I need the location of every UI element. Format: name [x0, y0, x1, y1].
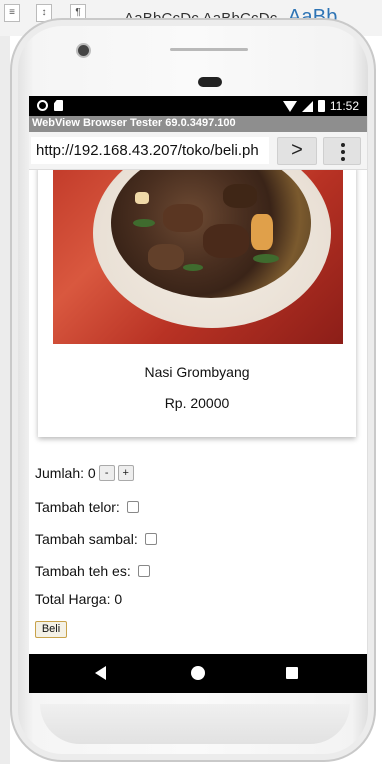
buy-button[interactable]: Beli	[35, 621, 67, 638]
sambal-checkbox[interactable]	[144, 533, 157, 545]
front-camera-icon	[78, 45, 89, 56]
quantity-row: Jumlah: 0 - +	[35, 465, 134, 481]
circle-notification-icon	[37, 100, 48, 111]
wifi-icon	[282, 100, 297, 112]
tea-label: Tambah teh es:	[35, 563, 131, 579]
tea-row: Tambah teh es:	[35, 563, 150, 579]
tea-checkbox[interactable]	[137, 565, 150, 577]
egg-row: Tambah telor:	[35, 499, 139, 515]
egg-checkbox[interactable]	[126, 501, 139, 513]
list-icon: ≡	[4, 4, 20, 22]
total-price: Total Harga: 0	[35, 591, 123, 607]
egg-label: Tambah telor:	[35, 499, 120, 515]
home-icon[interactable]	[191, 666, 205, 680]
phone-chin	[40, 704, 350, 744]
back-icon[interactable]	[95, 666, 106, 680]
recents-icon[interactable]	[286, 667, 298, 679]
sambal-row: Tambah sambal:	[35, 531, 157, 547]
increase-quantity-button[interactable]: +	[117, 465, 134, 481]
status-time: 11:52	[329, 99, 359, 113]
web-content: Nasi Grombyang Rp. 20000 Jumlah: 0 - + T…	[29, 170, 367, 650]
product-price: Rp. 20000	[164, 395, 230, 411]
food-photo	[53, 170, 343, 344]
app-title: WebView Browser Tester 69.0.3497.100	[32, 117, 236, 129]
app-title-bar: WebView Browser Tester 69.0.3497.100	[29, 116, 367, 132]
sambal-label: Tambah sambal:	[35, 531, 138, 547]
product-name: Nasi Grombyang	[144, 364, 250, 380]
signal-icon	[301, 100, 313, 112]
total-row: Total Harga: 0	[35, 591, 122, 607]
status-bar: 11:52	[29, 96, 367, 116]
decrease-quantity-button[interactable]: -	[98, 465, 115, 481]
product-card: Nasi Grombyang Rp. 20000	[38, 170, 356, 437]
navigation-bar	[29, 654, 367, 693]
earpiece-icon	[198, 77, 222, 87]
sd-card-icon	[54, 100, 63, 111]
go-button[interactable]: >	[277, 137, 317, 165]
background-rail	[0, 36, 10, 764]
quantity-label: Jumlah: 0	[35, 465, 96, 481]
battery-icon	[317, 100, 325, 112]
speaker-grille	[170, 48, 248, 51]
url-bar: >	[29, 132, 367, 170]
phone-screen: 11:52 WebView Browser Tester 69.0.3497.1…	[29, 96, 367, 693]
screenshot-stage: ≡ ↕ ¶ AaBbCcDc AaBbCcDc AaBb 11:52	[0, 0, 382, 764]
url-input[interactable]	[31, 137, 269, 164]
kebab-menu-icon[interactable]	[323, 137, 361, 165]
